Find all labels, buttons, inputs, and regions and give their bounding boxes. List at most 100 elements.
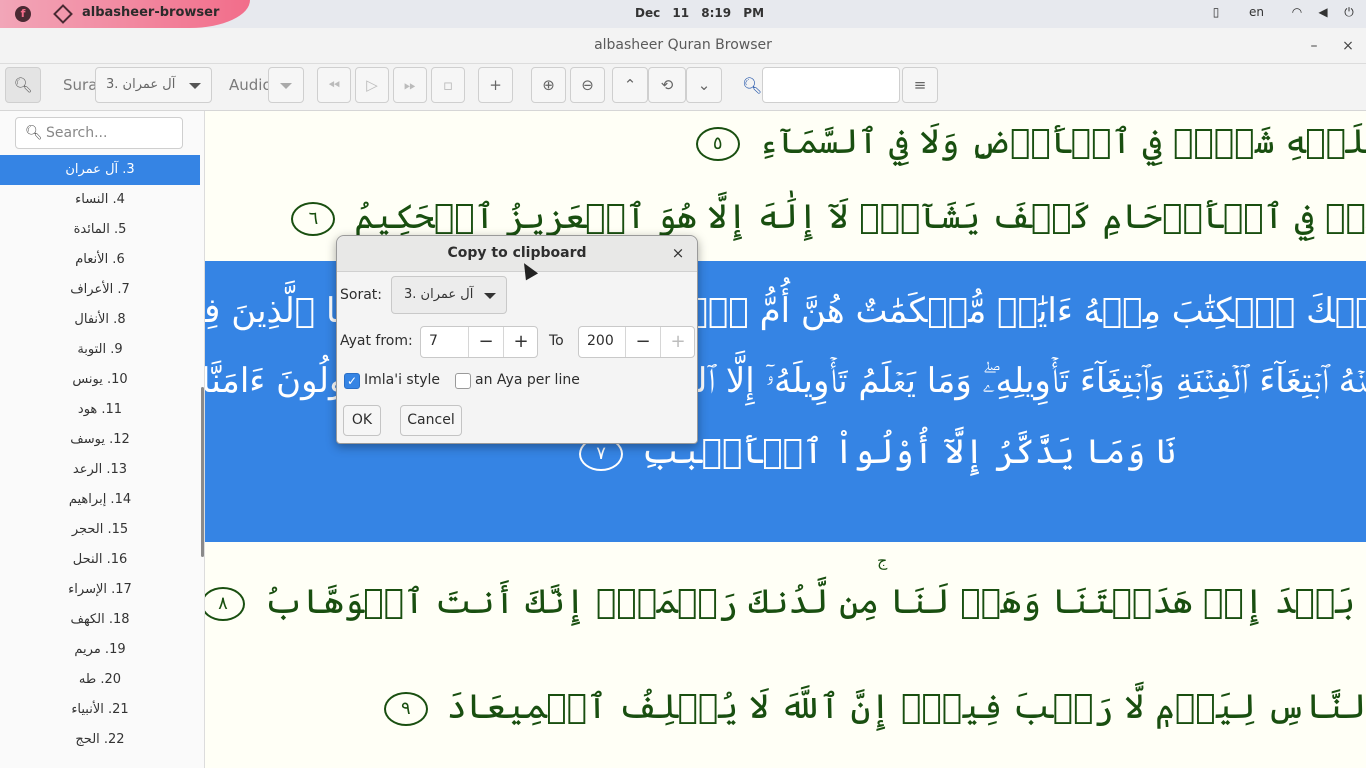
sorat-label: Sorat: bbox=[340, 287, 382, 303]
cancel-button[interactable]: Cancel bbox=[400, 405, 462, 436]
aya-text: كُمۡ فِي ٱلۡأَرۡحَامِ كَيۡفَ يَشَآءُۚ لَ… bbox=[354, 197, 1366, 237]
add-button[interactable]: + bbox=[478, 67, 513, 103]
aya-text: نَا بَعۡدَ إِذۡ هَدَيۡتَنَا وَهَبۡ لَنَا… bbox=[263, 582, 1366, 622]
quran-search-input[interactable] bbox=[762, 67, 900, 103]
sura-list-item[interactable]: 8. الأنفال bbox=[0, 305, 200, 335]
rewind-button[interactable]: ⏪︎ bbox=[317, 67, 351, 103]
sura-list-item[interactable]: 20. طه bbox=[0, 665, 200, 695]
audio-combo[interactable] bbox=[268, 67, 304, 103]
chevron-down-icon bbox=[484, 293, 496, 299]
aya-text: نَا وَمَا يَذَّكَّرُ إِلَّآ أُوْلُواْ ٱل… bbox=[641, 432, 1176, 472]
sura-list-item[interactable]: 17. الإسراء bbox=[0, 575, 200, 605]
wifi-icon[interactable]: ◠ bbox=[1290, 5, 1304, 19]
zoom-out-icon: ⊖ bbox=[581, 76, 594, 94]
sura-list-item[interactable]: 12. يوسف bbox=[0, 425, 200, 455]
active-app-chip[interactable]: f albasheer-browser bbox=[0, 0, 250, 28]
search-icon: 🔍︎ bbox=[13, 76, 33, 94]
main-toolbar: 🔍︎ Sura 3. آل عمران Audio ⏪︎ ▷ ⏩︎ ▫ + ⊕ … bbox=[0, 64, 1366, 111]
sura-list-item[interactable]: 13. الرعد bbox=[0, 455, 200, 485]
aya-per-line-checkbox[interactable] bbox=[455, 373, 471, 389]
chevron-down-icon: ⌄ bbox=[697, 76, 711, 94]
main-menu-button[interactable]: ≡ bbox=[902, 67, 938, 103]
chevron-up-icon: ⌃ bbox=[623, 76, 637, 94]
sura-list-item[interactable]: 22. الحج bbox=[0, 725, 200, 755]
play-icon: ▷ bbox=[366, 76, 378, 94]
imlai-style-checkbox[interactable]: ✓ bbox=[344, 373, 360, 389]
aya-line: عَلَيۡهِ شَيۡءٞ فِي ٱلۡأَرۡضِ وَلَا فِي … bbox=[688, 121, 1366, 162]
dialog-close-button[interactable]: × bbox=[669, 243, 687, 263]
ayat-from-label: Ayat from: bbox=[340, 333, 413, 349]
sura-list-item[interactable]: 21. الأنبياء bbox=[0, 695, 200, 725]
zoom-in-icon: ⊕ bbox=[542, 76, 555, 94]
stop-button[interactable]: ▫ bbox=[431, 67, 465, 103]
keyboard-layout-indicator[interactable]: en bbox=[1249, 5, 1264, 19]
time-label: 8:19 PM bbox=[701, 6, 765, 20]
chevron-down-icon bbox=[189, 83, 201, 89]
sura-list-item[interactable]: 18. الكهف bbox=[0, 605, 200, 635]
hamburger-menu-icon: ≡ bbox=[913, 76, 927, 94]
search-toggle-button[interactable]: 🔍︎ bbox=[5, 67, 41, 103]
sura-list-item[interactable]: 4. النساء bbox=[0, 185, 200, 215]
stop-icon: ▫ bbox=[442, 76, 454, 94]
sorat-combo-value: 3. آل عمران bbox=[404, 287, 474, 302]
power-icon[interactable]: ⏻ bbox=[1342, 5, 1356, 19]
sura-search-input[interactable] bbox=[46, 123, 176, 143]
fast-forward-button[interactable]: ⏩︎ bbox=[393, 67, 427, 103]
ayat-from-decrement-button[interactable]: − bbox=[468, 327, 503, 357]
ayat-from-increment-button[interactable]: + bbox=[503, 327, 538, 357]
sura-list-item[interactable]: 7. الأعراف bbox=[0, 275, 200, 305]
clock[interactable]: Dec 11 8:19 PM bbox=[635, 6, 764, 20]
sura-list-item[interactable]: 9. التوبة bbox=[0, 335, 200, 365]
window-title: albasheer Quran Browser bbox=[594, 37, 772, 53]
fast-forward-icon: ⏩︎ bbox=[403, 76, 416, 94]
ok-button[interactable]: OK bbox=[343, 405, 381, 436]
next-aya-button[interactable]: ⌄ bbox=[686, 67, 722, 103]
aya-number-marker: ٩ bbox=[383, 692, 428, 726]
sura-list-item[interactable]: 6. الأنعام bbox=[0, 245, 200, 275]
aya-text: عَلَيۡهِ شَيۡءٞ فِي ٱلۡأَرۡضِ وَلَا فِي … bbox=[758, 122, 1366, 162]
ayat-from-spinbutton[interactable]: 7 − + bbox=[420, 326, 538, 358]
zoom-out-button[interactable]: ⊖ bbox=[570, 67, 605, 103]
sura-list-item[interactable]: 3. آل عمران bbox=[0, 155, 200, 185]
aya-per-line-label[interactable]: an Aya per line bbox=[475, 372, 580, 388]
system-top-bar: f albasheer-browser Dec 11 8:19 PM ▯ en … bbox=[0, 0, 1366, 28]
repeat-icon: ⟲ bbox=[660, 76, 674, 94]
sura-list-item[interactable]: 5. المائدة bbox=[0, 215, 200, 245]
ayat-from-value: 7 bbox=[429, 333, 438, 349]
sura-list-item[interactable]: 14. إبراهيم bbox=[0, 485, 200, 515]
search-quran-icon: 🔍︎ bbox=[742, 76, 763, 95]
sura-list-item[interactable]: 11. هود bbox=[0, 395, 200, 425]
dialog-title: Copy to clipboard bbox=[447, 245, 587, 261]
window-close-button[interactable]: × bbox=[1338, 36, 1358, 56]
minimize-button[interactable]: – bbox=[1304, 36, 1324, 56]
sorat-combo[interactable]: 3. آل عمران bbox=[391, 276, 507, 314]
aya-number-marker: ٨ bbox=[205, 587, 245, 621]
system-tray: ▯ en ◠ ◀ ⏻ bbox=[1209, 5, 1356, 19]
sura-list: 3. آل عمران 4. النساء 5. المائدة 6. الأن… bbox=[0, 155, 200, 755]
sura-list-item[interactable]: 19. مريم bbox=[0, 635, 200, 665]
zoom-in-button[interactable]: ⊕ bbox=[531, 67, 566, 103]
repeat-button[interactable]: ⟲ bbox=[648, 67, 686, 103]
play-button[interactable]: ▷ bbox=[355, 67, 389, 103]
sura-combo[interactable]: 3. آل عمران bbox=[95, 67, 212, 103]
sura-combo-value: 3. آل عمران bbox=[106, 77, 176, 92]
sura-search-field[interactable]: 🔍︎ bbox=[15, 117, 183, 149]
app-diamond-icon bbox=[53, 4, 73, 24]
sidebar-scrollbar[interactable] bbox=[201, 387, 204, 557]
imlai-style-label[interactable]: Imla'i style bbox=[364, 372, 440, 388]
date-label: Dec 11 bbox=[635, 6, 690, 20]
ayat-to-decrement-button[interactable]: − bbox=[625, 327, 660, 357]
ayat-to-value: 200 bbox=[587, 333, 614, 349]
sura-list-item[interactable]: 16. النحل bbox=[0, 545, 200, 575]
sura-list-item[interactable]: 15. الحجر bbox=[0, 515, 200, 545]
volume-icon[interactable]: ◀ bbox=[1316, 5, 1330, 19]
ayat-to-increment-button[interactable]: + bbox=[660, 327, 695, 357]
clipboard-icon[interactable]: ▯ bbox=[1209, 5, 1223, 19]
previous-aya-button[interactable]: ⌃ bbox=[612, 67, 648, 103]
sura-label: Sura bbox=[63, 76, 98, 94]
sura-list-item[interactable]: 10. يونس bbox=[0, 365, 200, 395]
plus-icon: + bbox=[489, 76, 502, 94]
os-logo-icon[interactable]: f bbox=[15, 6, 31, 22]
aya-line: ٱلنَّاسِ لِيَوۡمٖ لَّا رَيۡبَ فِيهِۚ إِن… bbox=[376, 686, 1366, 727]
ayat-to-spinbutton[interactable]: 200 − + bbox=[578, 326, 695, 358]
